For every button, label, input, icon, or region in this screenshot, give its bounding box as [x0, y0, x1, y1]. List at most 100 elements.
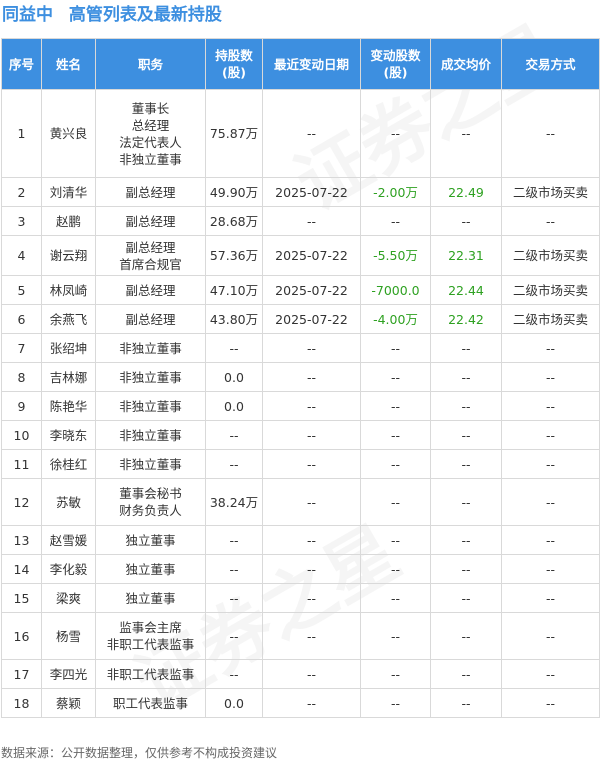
cell-date: --: [262, 478, 361, 526]
cell-position: 非独立董事: [95, 362, 206, 392]
cell-method: 二级市场买卖: [501, 235, 600, 276]
cell-date: --: [262, 206, 361, 236]
cell-date: --: [262, 554, 361, 584]
cell-position: 副总经理 首席合规官: [95, 235, 206, 276]
position-line: 监事会主席: [119, 620, 182, 635]
page-title-bar: 同益中 高管列表及最新持股: [2, 2, 222, 28]
cell-position: 非独立董事: [95, 420, 206, 450]
executive-holdings-table: 序号 姓名 职务 持股数 (股) 最近变动日期 变动股数 (股) 成交均价 交易方式 1 黄兴良 董事…: [1, 38, 600, 718]
cell-date: --: [262, 89, 361, 178]
cell-change: -5.50万: [360, 235, 431, 276]
cell-name: 梁爽: [41, 583, 96, 613]
cell-method: --: [501, 688, 600, 718]
cell-shares: --: [205, 449, 263, 479]
cell-name: 李四光: [41, 659, 96, 689]
cell-change: --: [360, 206, 431, 236]
position-line: 副总经理: [125, 311, 176, 327]
table-row: 14 李化毅 独立董事 -- -- -- -- --: [1, 554, 600, 584]
cell-method: 二级市场买卖: [501, 304, 600, 334]
cell-position: 副总经理: [95, 275, 206, 305]
cell-shares: 47.10万: [205, 275, 263, 305]
table-row: 1 黄兴良 董事长 总经理 法定代表人 非独立董事 75.87万 -- -- -- --: [1, 89, 600, 178]
position-line: 法定代表人: [119, 134, 182, 150]
cell-price: 22.31: [430, 235, 502, 276]
cell-name: 余燕飞: [41, 304, 96, 334]
table-row: 10 李晓东 非独立董事 -- -- -- -- --: [1, 420, 600, 450]
cell-position: 副总经理: [95, 304, 206, 334]
position-line: 非独立董事: [119, 456, 182, 472]
cell-position: 非独立董事: [95, 449, 206, 479]
position-line: 非独立董事: [119, 369, 182, 385]
cell-name: 李晓东: [41, 420, 96, 450]
table-row: 11 徐桂红 非独立董事 -- -- -- -- --: [1, 449, 600, 479]
cell-shares: 38.24万: [205, 478, 263, 526]
header-position: 职务: [95, 38, 206, 90]
cell-price: --: [430, 420, 502, 450]
cell-no: 3: [1, 206, 42, 236]
cell-date: 2025-07-22: [262, 177, 361, 207]
cell-name: 张绍坤: [41, 333, 96, 363]
cell-shares: --: [205, 525, 263, 555]
cell-name: 徐桂红: [41, 449, 96, 479]
cell-name: 黄兴良: [41, 89, 96, 178]
cell-change: --: [360, 89, 431, 178]
cell-name: 刘清华: [41, 177, 96, 207]
cell-date: --: [262, 391, 361, 421]
cell-method: 二级市场买卖: [501, 275, 600, 305]
table-row: 8 吉林娜 非独立董事 0.0 -- -- -- --: [1, 362, 600, 392]
cell-method: --: [501, 525, 600, 555]
position-line: 首席合规官: [119, 256, 182, 272]
cell-method: --: [501, 420, 600, 450]
cell-position: 副总经理: [95, 177, 206, 207]
table-row: 2 刘清华 副总经理 49.90万 2025-07-22 -2.00万 22.49 二级市场买…: [1, 177, 600, 207]
position-line: 副总经理: [125, 282, 176, 298]
position-line: 独立董事: [125, 561, 176, 577]
cell-price: --: [430, 688, 502, 718]
cell-price: --: [430, 333, 502, 363]
cell-price: --: [430, 478, 502, 526]
cell-method: --: [501, 554, 600, 584]
cell-method: --: [501, 206, 600, 236]
cell-no: 12: [1, 478, 42, 526]
cell-date: 2025-07-22: [262, 235, 361, 276]
header-change: 变动股数 (股): [360, 38, 431, 90]
cell-method: --: [501, 478, 600, 526]
cell-date: --: [262, 362, 361, 392]
cell-change: --: [360, 362, 431, 392]
cell-name: 赵鹏: [41, 206, 96, 236]
cell-position: 副总经理: [95, 206, 206, 236]
cell-date: --: [262, 688, 361, 718]
cell-position: 非独立董事: [95, 333, 206, 363]
cell-price: --: [430, 206, 502, 236]
position-line: 总经理: [131, 117, 170, 133]
cell-position: 监事会主席 非职工代表监事: [95, 612, 206, 660]
header-method: 交易方式: [501, 38, 600, 90]
cell-change: --: [360, 659, 431, 689]
cell-change: --: [360, 391, 431, 421]
cell-no: 10: [1, 420, 42, 450]
header-shares: 持股数 (股): [205, 38, 263, 90]
cell-position: 独立董事: [95, 583, 206, 613]
cell-position: 非独立董事: [95, 391, 206, 421]
header-name: 姓名: [41, 38, 96, 90]
cell-method: --: [501, 449, 600, 479]
cell-shares: 75.87万: [205, 89, 263, 178]
cell-position: 职工代表监事: [95, 688, 206, 718]
table-row: 17 李四光 非职工代表监事 -- -- -- -- --: [1, 659, 600, 689]
cell-no: 8: [1, 362, 42, 392]
cell-no: 9: [1, 391, 42, 421]
table-row: 9 陈艳华 非独立董事 0.0 -- -- -- --: [1, 391, 600, 421]
table-row: 4 谢云翔 副总经理 首席合规官 57.36万 2025-07-22 -5.50万 22.31…: [1, 235, 600, 276]
table-row: 6 余燕飞 副总经理 43.80万 2025-07-22 -4.00万 22.42 二级市场买…: [1, 304, 600, 334]
cell-shares: 0.0: [205, 688, 263, 718]
cell-change: --: [360, 688, 431, 718]
cell-no: 4: [1, 235, 42, 276]
cell-shares: --: [205, 333, 263, 363]
cell-shares: 28.68万: [205, 206, 263, 236]
cell-price: --: [430, 525, 502, 555]
cell-no: 2: [1, 177, 42, 207]
cell-name: 李化毅: [41, 554, 96, 584]
cell-position: 董事长 总经理 法定代表人 非独立董事: [95, 89, 206, 178]
cell-shares: --: [205, 612, 263, 660]
cell-name: 林凤崎: [41, 275, 96, 305]
